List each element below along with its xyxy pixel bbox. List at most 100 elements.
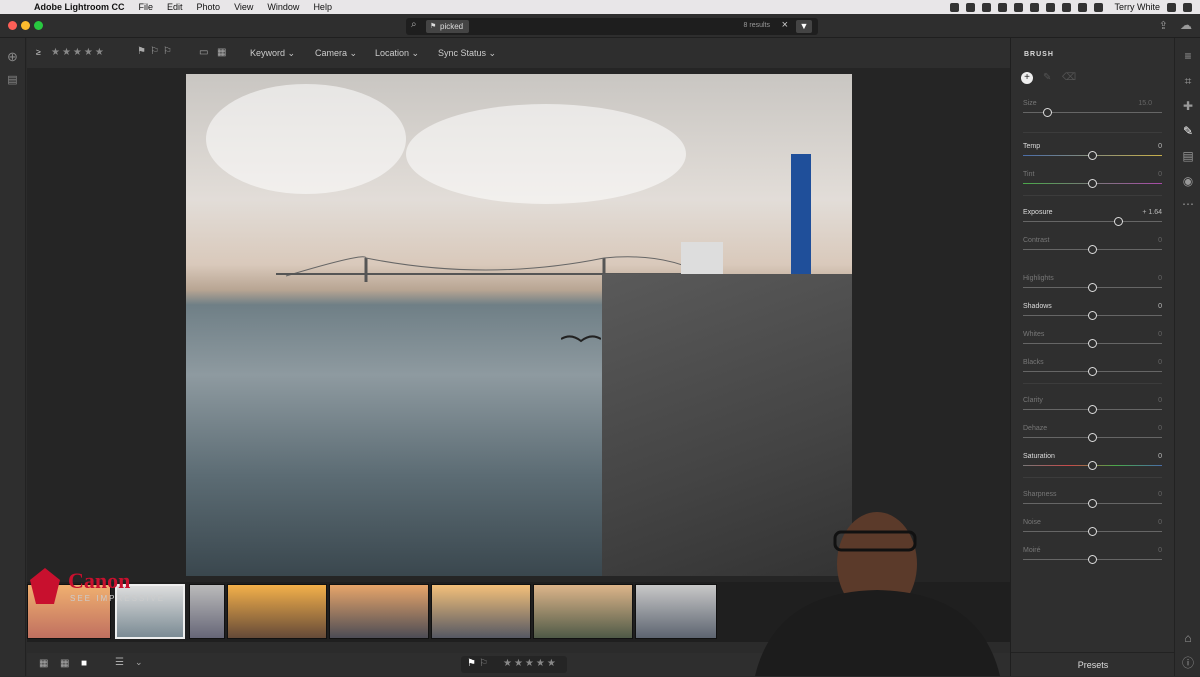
pick-flag-icon[interactable]: ⚑ (467, 658, 476, 669)
eraser-icon[interactable]: ⌫ (1062, 72, 1076, 83)
location-dropdown[interactable]: Location ⌄ (375, 48, 419, 59)
slider-knob[interactable] (1087, 339, 1097, 348)
slider-dehaze[interactable]: Dehaze 0 (1023, 425, 1162, 449)
more-icon[interactable]: ⋯ (1182, 198, 1194, 210)
filmstrip-thumb[interactable] (189, 584, 225, 639)
slider-knob[interactable] (1087, 405, 1097, 414)
slider-knob[interactable] (1087, 283, 1097, 292)
video-type-icon[interactable]: ▦ (217, 47, 226, 58)
square-grid-icon[interactable]: ▦ (39, 658, 48, 669)
slider-noise[interactable]: Noise 0 (1023, 519, 1162, 543)
photo-type-icon[interactable]: ▭ (199, 47, 208, 58)
volume-icon[interactable] (1078, 2, 1088, 12)
slider-value[interactable]: 0 (1158, 397, 1162, 404)
filter-icon[interactable]: ▼ (796, 20, 812, 33)
dropbox-icon[interactable] (998, 2, 1008, 12)
slider-knob[interactable] (1087, 527, 1097, 536)
slider-value[interactable]: 0 (1158, 547, 1162, 554)
cloud-sync-icon[interactable]: ☁ (1180, 18, 1192, 32)
edit-icon[interactable]: ≡ (1182, 50, 1194, 62)
star-rating[interactable]: ★★★★★ (503, 658, 558, 669)
library-icon[interactable]: ▤ (6, 74, 19, 87)
menu-window[interactable]: Window (267, 2, 299, 12)
slider-knob[interactable] (1087, 555, 1097, 564)
photo-grid-icon[interactable]: ▦ (60, 658, 69, 669)
sort-toggle[interactable]: ≥ (36, 47, 41, 57)
app-status-icon[interactable] (966, 2, 976, 12)
share-icon[interactable]: ⇪ (1159, 19, 1168, 32)
slider-moir[interactable]: Moiré 0 (1023, 547, 1162, 571)
filmstrip-thumb[interactable] (635, 584, 717, 639)
slider-value[interactable]: 0 (1158, 359, 1162, 366)
battery-icon[interactable] (1094, 2, 1104, 12)
info-icon[interactable]: ⓘ (1182, 657, 1194, 669)
linear-gradient-icon[interactable]: ▤ (1182, 150, 1194, 162)
keyword-dropdown[interactable]: Keyword ⌄ (250, 48, 295, 59)
siri-icon[interactable] (1167, 2, 1176, 12)
slider-highlights[interactable]: Highlights 0 (1023, 275, 1162, 299)
add-photos-icon[interactable]: ⊕ (6, 50, 19, 63)
slider-value[interactable]: 0 (1158, 303, 1162, 310)
slider-value[interactable]: 0 (1158, 143, 1162, 150)
star-rating-filter[interactable]: ★★★★★ (51, 47, 106, 58)
slider-value[interactable]: 0 (1158, 237, 1162, 244)
user-name[interactable]: Terry White (1114, 2, 1160, 12)
reject-flag-icon[interactable]: ⚐ (479, 658, 488, 669)
chevron-down-icon[interactable]: ⌄ (135, 657, 143, 668)
sync-status-dropdown[interactable]: Sync Status ⌄ (438, 48, 496, 59)
slider-knob[interactable] (1113, 217, 1123, 226)
slider-knob[interactable] (1087, 245, 1097, 254)
slider-knob[interactable] (1087, 311, 1097, 320)
slider-value[interactable]: + 1.64 (1142, 209, 1162, 216)
filmstrip-thumb[interactable] (431, 584, 531, 639)
slider-knob[interactable] (1087, 151, 1097, 160)
menu-file[interactable]: File (139, 2, 154, 12)
crop-icon[interactable]: ⌗ (1182, 75, 1194, 87)
menu-photo[interactable]: Photo (197, 2, 221, 12)
display-icon[interactable] (1030, 2, 1040, 12)
size-value[interactable]: 15.0 (1138, 100, 1152, 107)
notification-icon[interactable] (1183, 2, 1192, 12)
menu-view[interactable]: View (234, 2, 253, 12)
camera-status-icon[interactable] (950, 2, 960, 12)
minimize-window-button[interactable] (21, 21, 30, 30)
wifi-icon[interactable] (1062, 2, 1072, 12)
cloud-status-icon[interactable] (1014, 2, 1024, 12)
search-field[interactable]: ⌕ ⚑ picked 8 results × ▼ (406, 18, 818, 35)
flag-filter[interactable]: ⚑⚐⚐ (137, 46, 176, 57)
slider-value[interactable]: 0 (1158, 171, 1162, 178)
filmstrip-thumb[interactable] (533, 584, 633, 639)
menu-edit[interactable]: Edit (167, 2, 183, 12)
slider-value[interactable]: 0 (1158, 491, 1162, 498)
brush-icon[interactable]: ✎ (1182, 125, 1194, 137)
healing-icon[interactable]: ✚ (1182, 100, 1194, 112)
menu-help[interactable]: Help (313, 2, 332, 12)
slider-saturation[interactable]: Saturation 0 (1023, 453, 1162, 477)
add-brush-icon[interactable]: + (1021, 72, 1033, 84)
tag-icon[interactable]: ⌂ (1182, 632, 1194, 644)
slider-exposure[interactable]: Exposure + 1.64 (1023, 209, 1162, 233)
slider-whites[interactable]: Whites 0 (1023, 331, 1162, 355)
slider-knob[interactable] (1087, 367, 1097, 376)
slider-temp[interactable]: Temp 0 (1023, 143, 1162, 167)
radial-gradient-icon[interactable]: ◉ (1182, 175, 1194, 187)
search-filter-chip[interactable]: ⚑ picked (426, 20, 470, 33)
filmstrip-thumb[interactable] (227, 584, 327, 639)
slider-knob[interactable] (1043, 108, 1053, 117)
slider-value[interactable]: 0 (1158, 275, 1162, 282)
size-slider[interactable]: Size 15.0 (1023, 100, 1162, 124)
presets-button[interactable]: Presets (1011, 652, 1175, 676)
camera-dropdown[interactable]: Camera ⌄ (315, 48, 357, 59)
clear-search-icon[interactable]: × (782, 19, 788, 31)
slider-blacks[interactable]: Blacks 0 (1023, 359, 1162, 383)
slider-value[interactable]: 0 (1158, 519, 1162, 526)
slider-value[interactable]: 0 (1158, 425, 1162, 432)
zoom-window-button[interactable] (34, 21, 43, 30)
detail-view-icon[interactable]: ■ (81, 658, 87, 669)
slider-clarity[interactable]: Clarity 0 (1023, 397, 1162, 421)
sort-icon[interactable]: ☰ (115, 657, 124, 668)
slider-knob[interactable] (1087, 179, 1097, 188)
slider-knob[interactable] (1087, 499, 1097, 508)
slider-sharpness[interactable]: Sharpness 0 (1023, 491, 1162, 515)
slider-shadows[interactable]: Shadows 0 (1023, 303, 1162, 327)
